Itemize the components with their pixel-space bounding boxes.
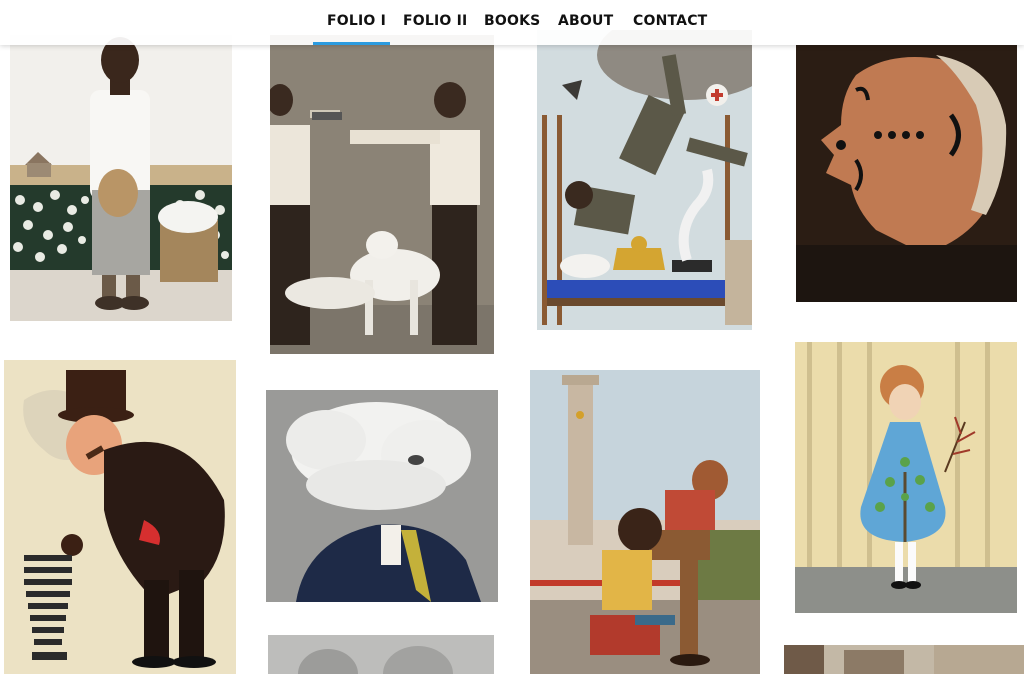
cloud-head-illustration [266,390,498,602]
nav-contact[interactable]: CONTACT [633,13,707,29]
top-navigation-bar: FOLIO I FOLIO II BOOKS ABOUT CONTACT [0,0,1024,45]
gallery-thumbnail-partial-grey[interactable] [268,635,494,674]
gallery-thumbnail-gunmen[interactable] [270,35,494,354]
active-nav-indicator [313,42,390,45]
gallery-thumbnail-cloud-head[interactable] [266,390,498,602]
nav-folio-i[interactable]: FOLIO I [327,13,386,29]
gunmen-illustration [270,35,494,354]
falling-man-illustration [537,30,752,330]
tophat-man-illustration [4,360,236,674]
gallery-thumbnail-falling-man[interactable] [537,30,752,330]
gallery-thumbnail-punctuation-face[interactable] [796,45,1017,302]
blue-dress-girl-illustration [795,342,1017,613]
gallery-thumbnail-partial-room[interactable] [784,645,1024,674]
partial-grey-illustration [268,635,494,674]
partial-room-illustration [784,645,1024,674]
nav-about[interactable]: ABOUT [558,13,613,29]
gallery-thumbnail-tower-couple[interactable] [530,370,760,674]
punctuation-face-illustration [796,45,1017,302]
gallery-thumbnail-farmer[interactable] [10,35,232,321]
nav-folio-ii[interactable]: FOLIO II [403,13,467,29]
nav-books[interactable]: BOOKS [484,13,540,29]
gallery-thumbnail-blue-dress-girl[interactable] [795,342,1017,613]
tower-couple-illustration [530,370,760,674]
gallery-thumbnail-tophat-man[interactable] [4,360,236,674]
farmer-illustration [10,35,232,321]
